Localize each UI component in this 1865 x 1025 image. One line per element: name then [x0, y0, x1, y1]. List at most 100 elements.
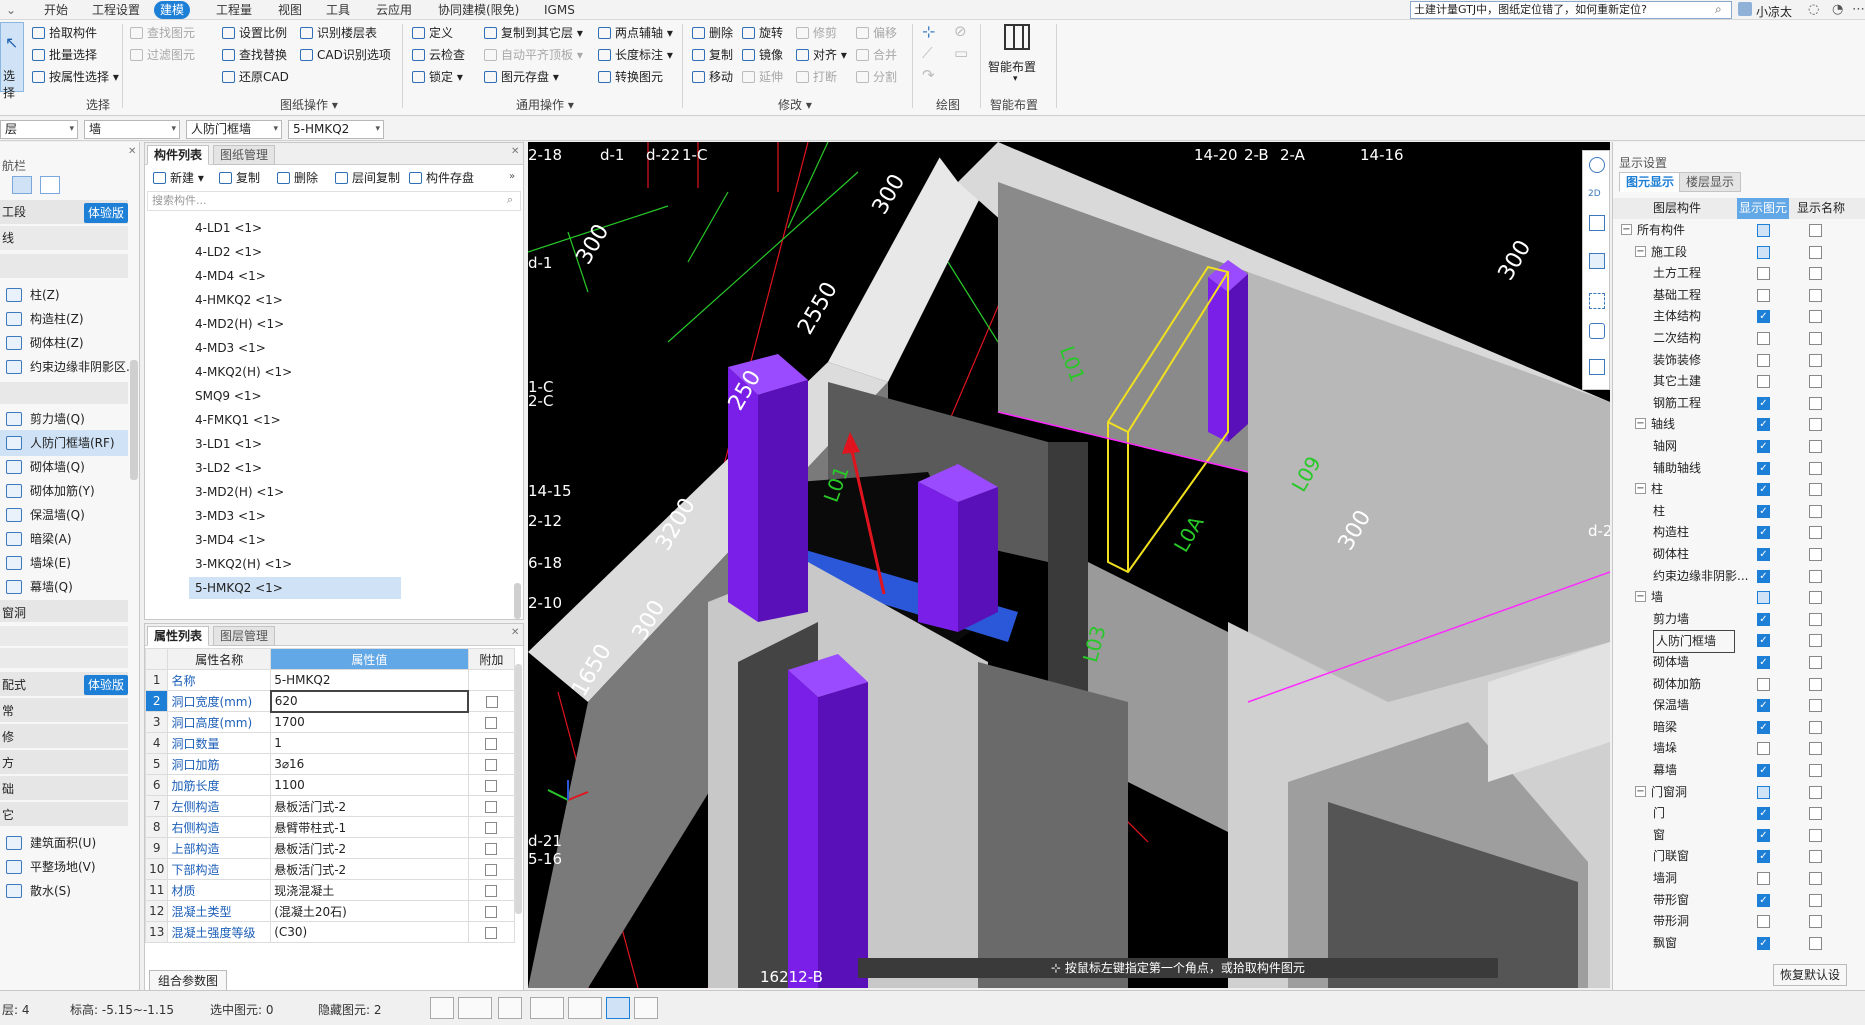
display-row[interactable]: 柱 ✓	[1613, 501, 1865, 522]
new-component-button[interactable]: 新建 ▾	[153, 169, 204, 187]
rotate-point-icon[interactable]: ⊘	[954, 22, 967, 40]
show-element-checkbox[interactable]: ✓	[1757, 612, 1770, 626]
component-list-item[interactable]: 4-MD4 <1>	[189, 265, 401, 287]
show-element-checkbox[interactable]: ✓	[1757, 461, 1770, 475]
show-name-checkbox[interactable]	[1809, 375, 1822, 389]
show-element-checkbox[interactable]	[1757, 267, 1770, 281]
bell-icon[interactable]: ◔	[1832, 2, 1843, 17]
search-icon[interactable]: ⌕	[1715, 2, 1722, 17]
display-row[interactable]: 砌体加筋	[1613, 674, 1865, 695]
component-list-item[interactable]: 4-MD2(H) <1>	[189, 313, 401, 335]
show-name-checkbox[interactable]	[1809, 807, 1822, 821]
property-row[interactable]: 7 左侧构造 悬板活门式-2	[144, 795, 516, 817]
show-element-checkbox[interactable]: ✓	[1757, 828, 1770, 842]
menu-quantity[interactable]: 工程量	[210, 1, 258, 19]
3d-viewport[interactable]: 2-18 d-1 d-22 1-C 14-20 2-B 2-A 14-16 14-15 2-12 6…	[528, 142, 1610, 988]
property-value[interactable]: (C30)	[270, 921, 469, 943]
find-replace-button[interactable]: 查找替换	[222, 46, 287, 64]
display-row[interactable]: 飘窗 ✓	[1613, 933, 1865, 954]
display-row[interactable]: 砌体墙 ✓	[1613, 652, 1865, 673]
line-icon[interactable]: ⟋	[922, 44, 933, 62]
display-row[interactable]: 墙洞	[1613, 868, 1865, 889]
show-name-checkbox[interactable]	[1809, 936, 1822, 950]
display-row[interactable]: 构造柱 ✓	[1613, 522, 1865, 543]
property-row[interactable]: 2 洞口宽度(mm) 620	[144, 689, 516, 713]
extra-checkbox[interactable]	[485, 842, 498, 855]
nav-group-c4[interactable]: 础	[0, 776, 128, 800]
property-row[interactable]: 1 名称 5-HMKQ2	[144, 669, 516, 691]
show-element-checkbox[interactable]	[1757, 353, 1770, 367]
show-element-checkbox[interactable]	[1757, 591, 1770, 605]
angle-toggle-icon[interactable]	[530, 997, 564, 1019]
settings-icon[interactable]	[1589, 359, 1605, 375]
more-icon[interactable]: ⋯	[1852, 2, 1865, 17]
property-value[interactable]: 1700	[270, 711, 469, 733]
point-icon[interactable]: ⊹	[922, 22, 935, 41]
extra-checkbox[interactable]	[485, 758, 498, 771]
delete-button[interactable]: 删除	[692, 24, 733, 42]
filter-element-button[interactable]: 过滤图元	[130, 46, 195, 64]
show-element-checkbox[interactable]	[1757, 915, 1770, 929]
property-value[interactable]: 3⌀16	[270, 753, 469, 775]
nav-item-pier[interactable]: 墙垛(E)	[0, 550, 128, 576]
component-list-item[interactable]: 4-LD1 <1>	[189, 217, 401, 239]
show-name-checkbox[interactable]	[1809, 893, 1822, 907]
nav-item-masonry-rebar[interactable]: 砌体加筋(Y)	[0, 478, 128, 504]
property-value[interactable]: 悬臂带柱式-1	[270, 816, 469, 838]
nav-item-site-leveling[interactable]: 平整场地(V)	[0, 854, 128, 880]
scrollbar[interactable]	[514, 583, 521, 619]
set-scale-button[interactable]: 设置比例	[222, 24, 287, 42]
property-row[interactable]: 6 加筋长度 1100	[144, 774, 516, 796]
display-row[interactable]: 主体结构 ✓	[1613, 306, 1865, 327]
extra-checkbox[interactable]	[485, 695, 498, 708]
show-name-checkbox[interactable]	[1809, 828, 1822, 842]
show-name-checkbox[interactable]	[1809, 850, 1822, 864]
component-list-item[interactable]: SMQ9 <1>	[189, 385, 401, 407]
chat-icon[interactable]: ◌	[1808, 2, 1819, 17]
display-row[interactable]: 约束边缘非阴影... ✓	[1613, 566, 1865, 587]
show-name-checkbox[interactable]	[1809, 548, 1822, 561]
show-name-checkbox[interactable]	[1809, 396, 1822, 410]
restore-cad-button[interactable]: 还原CAD	[222, 68, 289, 86]
show-name-checkbox[interactable]	[1809, 656, 1822, 669]
avatar[interactable]	[1738, 2, 1752, 16]
show-name-checkbox[interactable]	[1809, 785, 1822, 799]
property-value[interactable]: 悬板活门式-2	[270, 795, 469, 817]
ortho-toggle-icon[interactable]	[430, 997, 454, 1019]
menu-tools[interactable]: 工具	[320, 1, 356, 19]
display-row[interactable]: − 柱 ✓	[1613, 479, 1865, 500]
category-select[interactable]: 墙	[84, 120, 180, 139]
display-row[interactable]: 人防门框墙 ✓	[1613, 630, 1865, 654]
menu-view[interactable]: 视图	[272, 1, 308, 19]
nav-group-axis[interactable]: 线	[0, 226, 128, 250]
common-ops-label[interactable]: 通用操作 ▾	[516, 96, 574, 113]
component-list-item[interactable]: 3-MD2(H) <1>	[189, 481, 401, 503]
close-icon[interactable]: ✕	[128, 146, 136, 157]
property-row[interactable]: 9 上部构造 悬板活门式-2	[144, 837, 516, 859]
show-element-checkbox[interactable]	[1757, 872, 1770, 885]
nav-item-building-area[interactable]: 建筑面积(U)	[0, 830, 128, 856]
show-name-checkbox[interactable]	[1809, 764, 1822, 777]
show-name-checkbox[interactable]	[1809, 526, 1822, 540]
nav-item-insulation-wall[interactable]: 保温墙(Q)	[0, 502, 128, 528]
property-value[interactable]: 5-HMKQ2	[270, 669, 469, 691]
show-name-checkbox[interactable]	[1809, 569, 1822, 583]
delete-component-button[interactable]: 删除	[277, 169, 318, 187]
nav-item-boundary[interactable]: 约束边缘非阴影区...	[0, 354, 137, 380]
zoom-extent-icon[interactable]	[1589, 293, 1605, 309]
display-row[interactable]: 砌体柱 ✓	[1613, 544, 1865, 565]
offset-button[interactable]: 偏移	[856, 24, 897, 42]
show-element-checkbox[interactable]	[1757, 224, 1770, 237]
show-name-checkbox[interactable]	[1809, 461, 1822, 475]
display-row[interactable]: 二次结构	[1613, 328, 1865, 349]
display-row[interactable]: 辅助轴线 ✓	[1613, 458, 1865, 479]
rotate-button[interactable]: 旋转	[742, 24, 783, 42]
display-row[interactable]: 保温墙 ✓	[1613, 695, 1865, 716]
nav-item-shear-wall[interactable]: 剪力墙(Q)	[0, 406, 128, 432]
show-name-checkbox[interactable]	[1809, 288, 1822, 302]
dynamic-observe-icon[interactable]	[1589, 323, 1605, 339]
2d-view-icon[interactable]: 2D	[1588, 189, 1601, 199]
component-list-item[interactable]: 3-MD4 <1>	[189, 529, 401, 551]
length-dim-button[interactable]: 长度标注 ▾	[598, 46, 673, 64]
display-row[interactable]: 其它土建	[1613, 371, 1865, 392]
